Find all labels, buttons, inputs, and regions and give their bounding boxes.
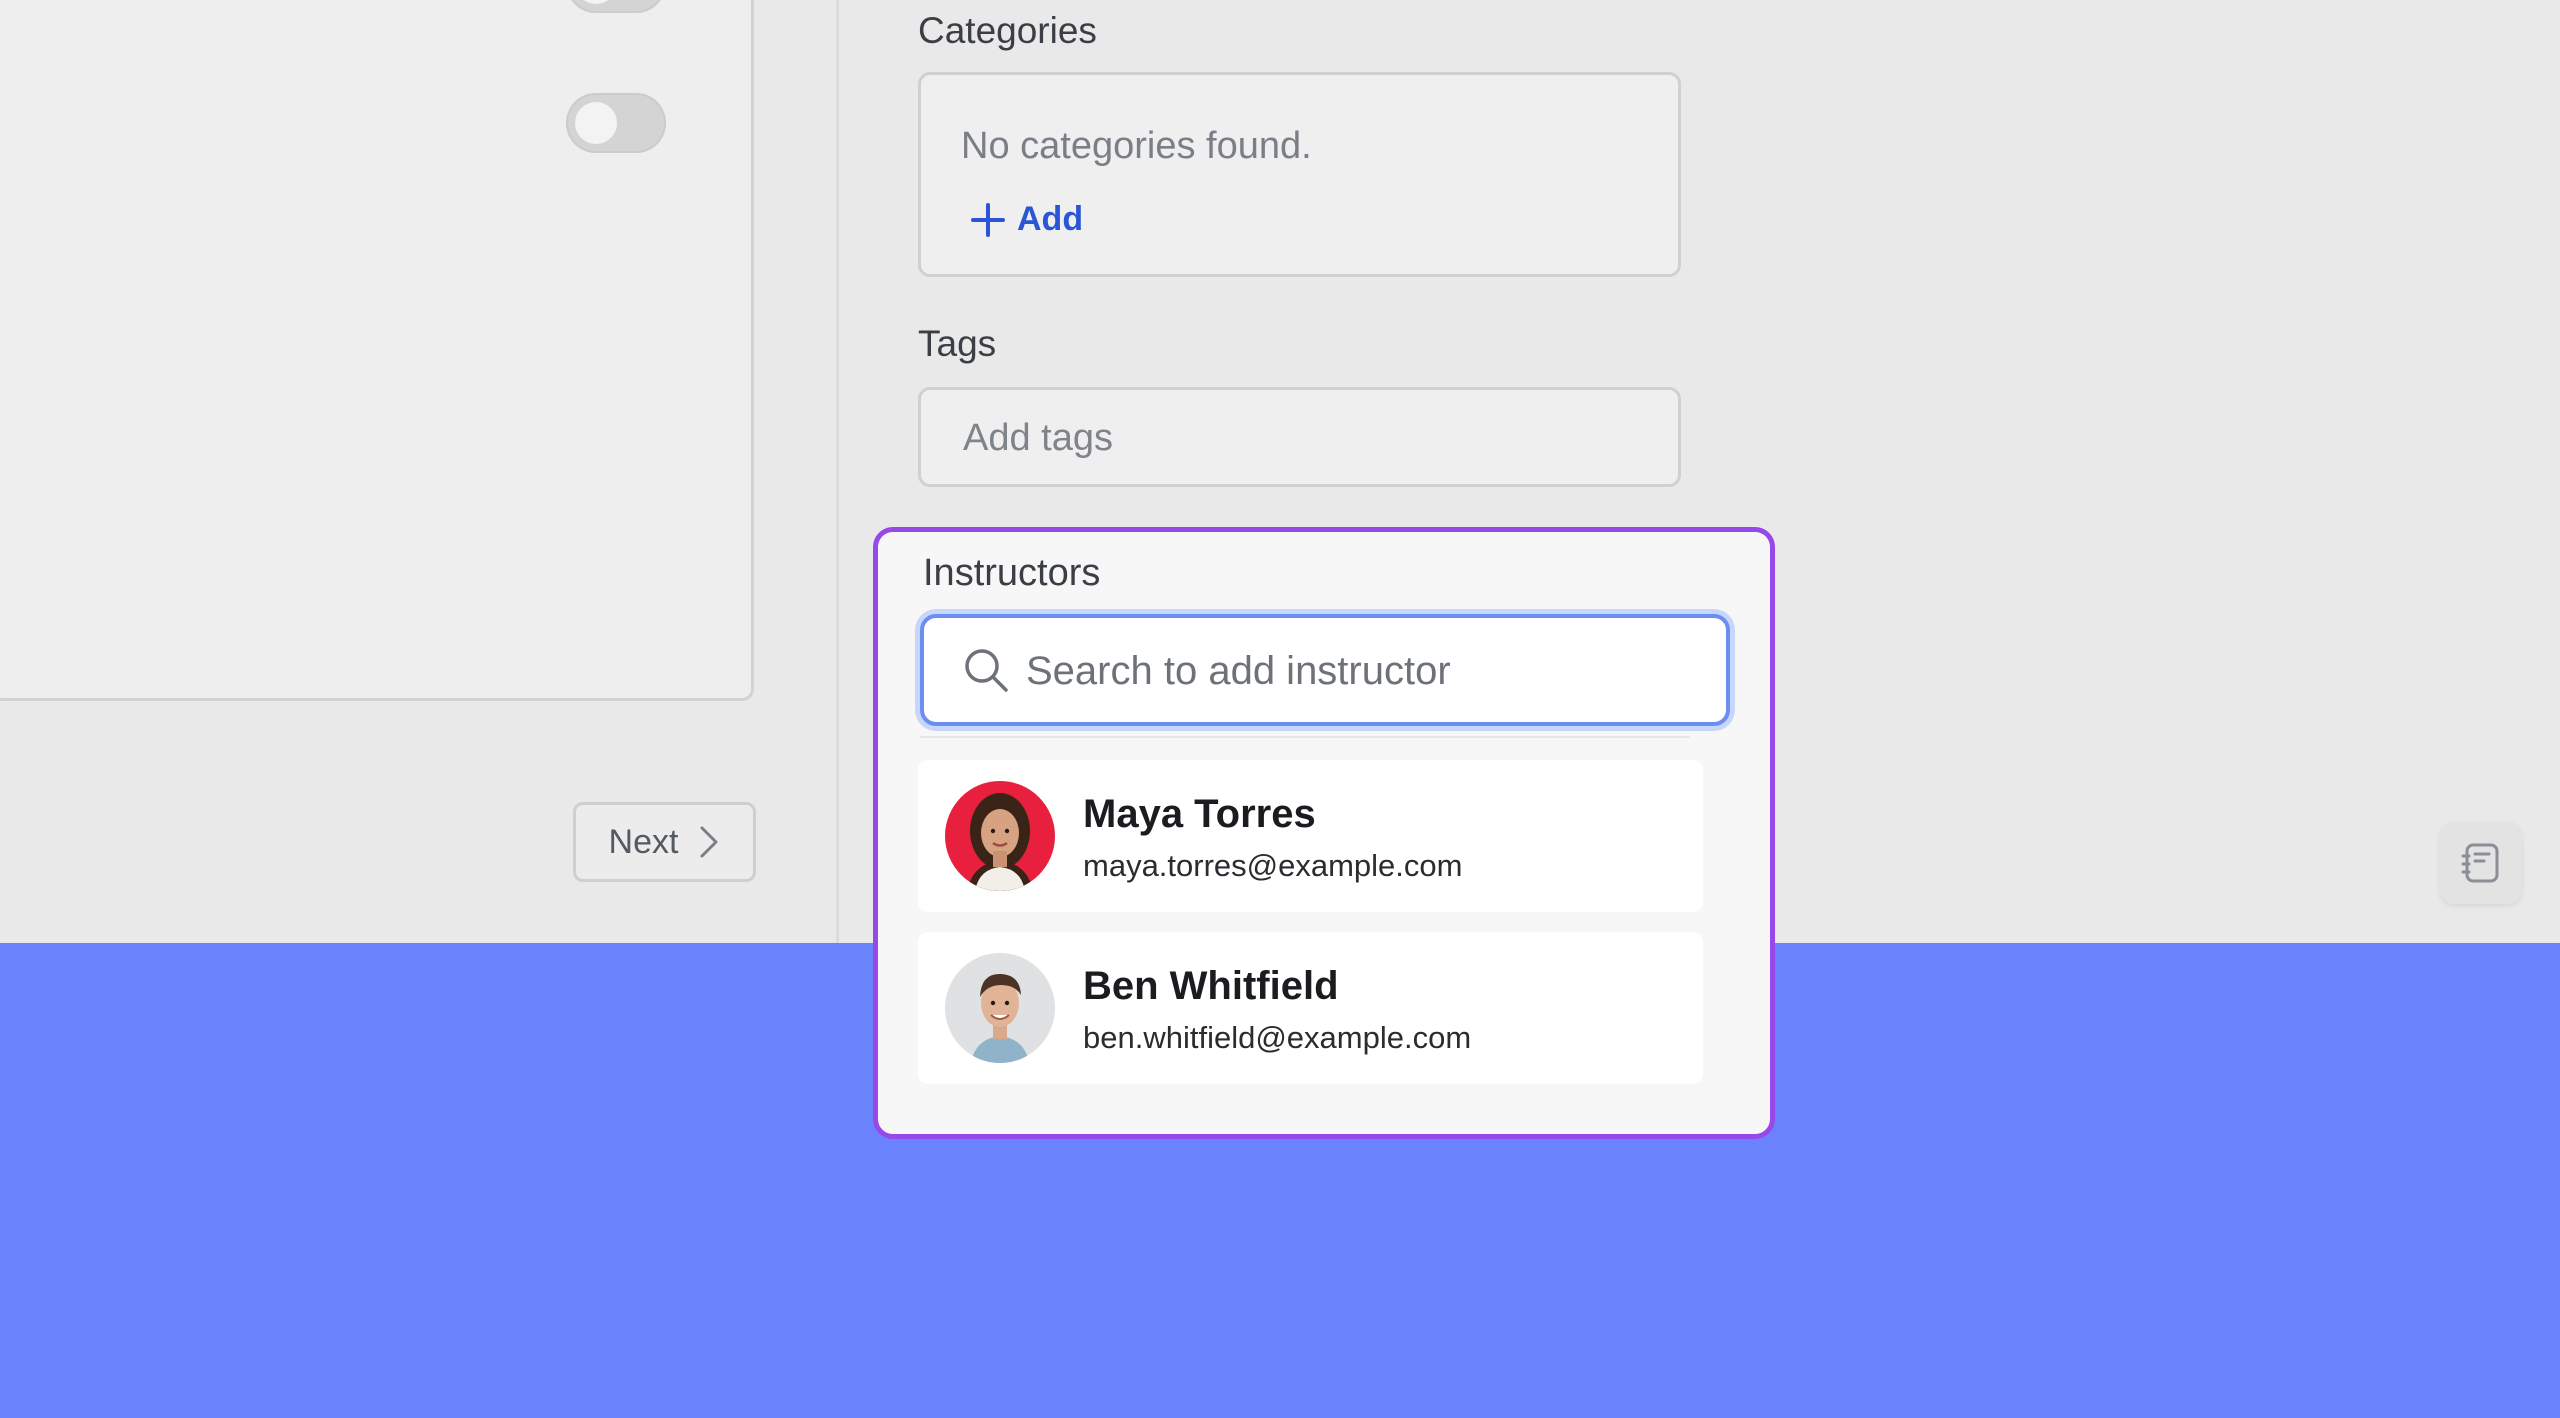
tags-input[interactable] [961, 390, 1658, 486]
add-category-button[interactable]: Add [971, 200, 1083, 239]
instructors-label: Instructors [923, 552, 1101, 594]
notes-button[interactable] [2440, 822, 2522, 904]
tags-label: Tags [918, 323, 997, 364]
results-divider [920, 736, 1690, 738]
search-icon [965, 649, 1008, 692]
instructor-name: Ben Whitfield [1083, 964, 1339, 1008]
tags-field [918, 387, 1681, 487]
categories-field: No categories found. Add [918, 72, 1681, 277]
avatar [945, 781, 1055, 891]
next-button[interactable]: Next [573, 802, 756, 882]
instructor-email: ben.whitfield@example.com [1083, 1020, 1472, 1055]
column-divider [836, 0, 839, 943]
instructor-result-item[interactable]: Ben Whitfield ben.whitfield@example.com [918, 932, 1703, 1084]
chevron-right-icon [700, 826, 718, 858]
instructor-search-box[interactable] [920, 614, 1730, 726]
plus-icon [971, 202, 1005, 237]
instructor-result-item[interactable]: Maya Torres maya.torres@example.com [918, 760, 1703, 912]
instructor-name: Maya Torres [1083, 792, 1316, 836]
instructor-email: maya.torres@example.com [1083, 848, 1463, 883]
instructors-field-panel: Instructors Maya Torres maya.torres@exam… [873, 527, 1775, 1139]
add-category-label: Add [1017, 200, 1084, 238]
notebook-icon [2461, 843, 2499, 883]
toggle-switch-2[interactable] [566, 93, 666, 153]
avatar [945, 953, 1055, 1063]
categories-label: Categories [918, 10, 1097, 51]
instructor-search-input[interactable] [1024, 618, 1706, 724]
categories-empty-text: No categories found. [961, 125, 1312, 167]
settings-card [0, 0, 754, 701]
toggle-switch-1[interactable] [566, 0, 666, 13]
next-button-label: Next [608, 822, 679, 861]
